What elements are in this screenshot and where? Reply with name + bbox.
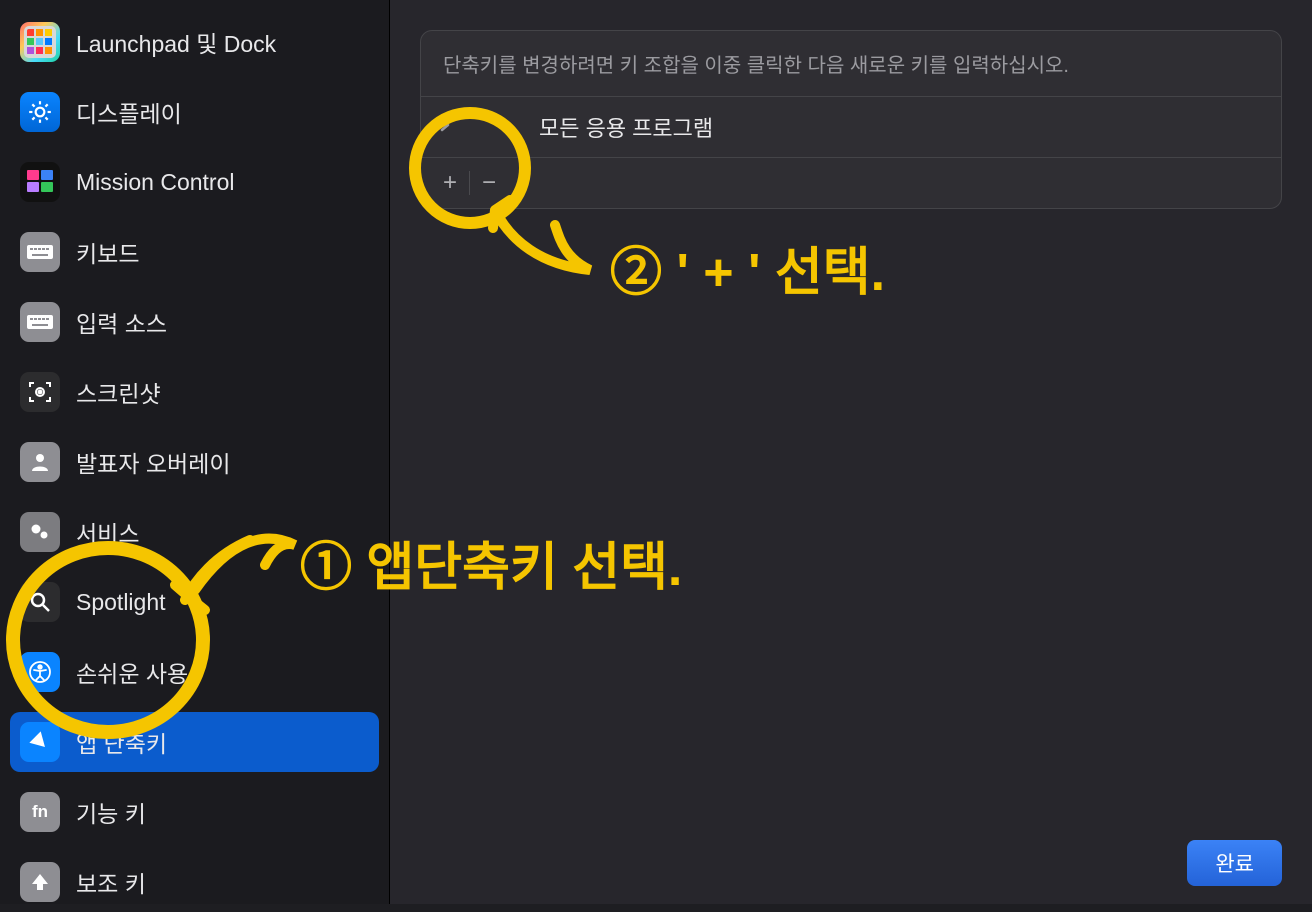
accessibility-icon <box>20 652 60 692</box>
screenshot-icon <box>20 372 60 412</box>
sidebar-item-label: 입력 소스 <box>76 305 167 339</box>
sidebar-item-label: Spotlight <box>76 589 166 616</box>
sidebar-item-screenshot[interactable]: 스크린샷 <box>10 362 379 422</box>
sidebar-item-label: 보조 키 <box>76 865 146 899</box>
sidebar-item-label: 서비스 <box>76 515 139 549</box>
all-applications-row[interactable]: 모든 응용 프로그램 <box>421 97 1281 158</box>
remove-button[interactable]: − <box>470 164 508 202</box>
all-applications-label: 모든 응용 프로그램 <box>539 111 713 143</box>
sidebar-item-accessibility[interactable]: 손쉬운 사용 <box>10 642 379 702</box>
panel-actions: + − <box>421 158 1281 208</box>
services-icon <box>20 512 60 552</box>
display-icon <box>20 92 60 132</box>
sidebar: Launchpad 및 Dock 디스플레이 <box>0 0 390 904</box>
sidebar-item-label: 기능 키 <box>76 795 146 829</box>
fn-text: fn <box>32 802 48 822</box>
function-keys-icon: fn <box>20 792 60 832</box>
launchpad-icon <box>20 22 60 62</box>
sidebar-item-display[interactable]: 디스플레이 <box>10 82 379 142</box>
sidebar-item-label: Launchpad 및 Dock <box>76 25 276 59</box>
footer: 완료 <box>1187 840 1282 886</box>
add-button[interactable]: + <box>431 164 469 202</box>
keyboard-icon <box>20 232 60 272</box>
sidebar-item-label: 발표자 오버레이 <box>76 445 231 479</box>
done-button[interactable]: 완료 <box>1187 840 1282 886</box>
app-shortcuts-icon <box>20 722 60 762</box>
panel-instruction: 단축키를 변경하려면 키 조합을 이중 클릭한 다음 새로운 키를 입력하십시오… <box>421 31 1281 97</box>
sidebar-item-label: 손쉬운 사용 <box>76 655 188 689</box>
sidebar-item-function-keys[interactable]: fn 기능 키 <box>10 782 379 842</box>
sidebar-item-spotlight[interactable]: Spotlight <box>10 572 379 632</box>
sidebar-item-label: Mission Control <box>76 169 235 196</box>
sidebar-item-app-shortcuts[interactable]: 앱 단축키 <box>10 712 379 772</box>
sidebar-item-label: 스크린샷 <box>76 375 161 409</box>
input-source-icon <box>20 302 60 342</box>
presenter-overlay-icon <box>20 442 60 482</box>
mission-control-icon <box>20 162 60 202</box>
chevron-right-icon <box>439 117 451 138</box>
sidebar-item-input-source[interactable]: 입력 소스 <box>10 292 379 352</box>
shortcut-panel: 단축키를 변경하려면 키 조합을 이중 클릭한 다음 새로운 키를 입력하십시오… <box>420 30 1282 209</box>
sidebar-item-keyboard[interactable]: 키보드 <box>10 222 379 282</box>
sidebar-item-label: 앱 단축키 <box>76 725 167 759</box>
sidebar-item-presenter-overlay[interactable]: 발표자 오버레이 <box>10 432 379 492</box>
sidebar-item-label: 키보드 <box>76 235 139 269</box>
sidebar-item-mission-control[interactable]: Mission Control <box>10 152 379 212</box>
modifier-keys-icon <box>20 862 60 902</box>
main-panel: 단축키를 변경하려면 키 조합을 이중 클릭한 다음 새로운 키를 입력하십시오… <box>390 0 1312 904</box>
sidebar-item-services[interactable]: 서비스 <box>10 502 379 562</box>
sidebar-item-launchpad-dock[interactable]: Launchpad 및 Dock <box>10 12 379 72</box>
sidebar-item-label: 디스플레이 <box>76 95 182 129</box>
sidebar-item-modifier-keys[interactable]: 보조 키 <box>10 852 379 912</box>
spotlight-icon <box>20 582 60 622</box>
